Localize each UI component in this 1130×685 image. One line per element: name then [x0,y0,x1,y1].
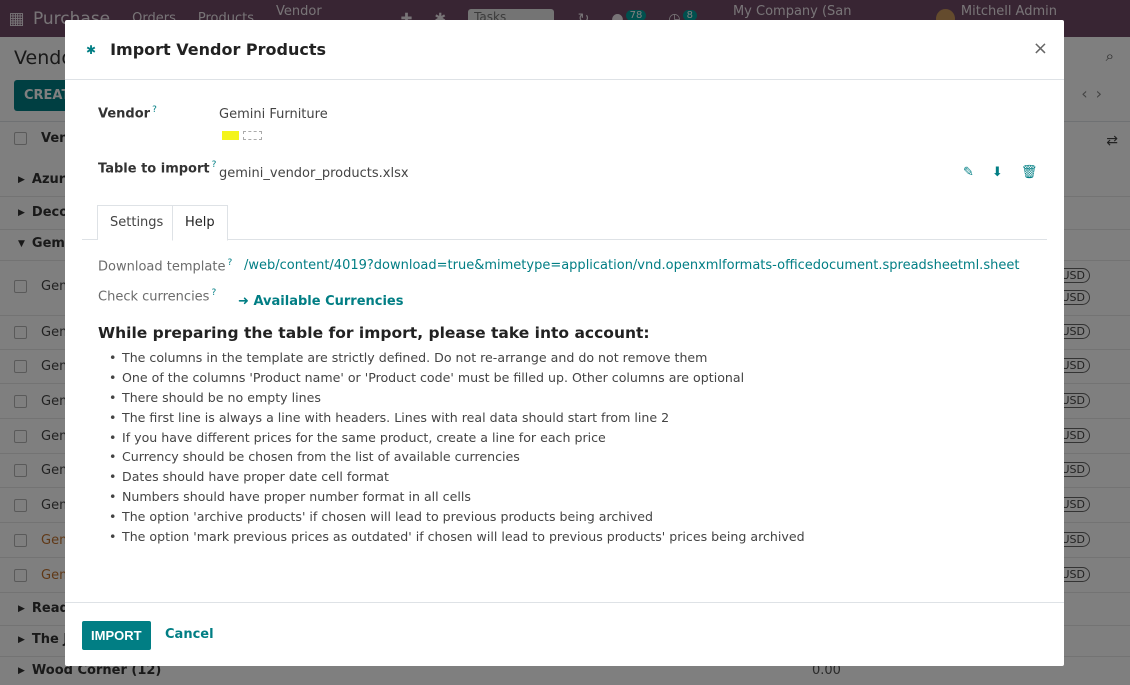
notebook-tabs: Settings Help [82,204,1047,241]
table-to-import-label: Table to import? [98,160,217,177]
bug-icon: ✱ [86,42,97,57]
tab-settings[interactable]: Settings [97,205,176,240]
list-item: The option 'archive products' if chosen … [109,507,805,527]
trash-icon[interactable]: 🗑 [1021,165,1038,180]
modal-footer: IMPORT Cancel [65,602,1064,666]
modal-header: ✱ Import Vendor Products [65,20,1064,80]
vendor-label: Vendor? [98,105,157,122]
import-vendor-products-dialog: ✱ Import Vendor Products × Vendor? Gemin… [65,20,1064,666]
download-template-link[interactable]: /web/content/4019?download=true&mimetype… [244,258,1019,273]
list-item: Currency should be chosen from the list … [109,447,805,467]
vendor-tags [222,131,266,140]
pencil-icon[interactable]: ✎ [963,165,974,180]
close-icon[interactable]: × [1033,38,1048,59]
list-item: Numbers should have proper number format… [109,487,805,507]
list-item: One of the columns 'Product name' or 'Pr… [109,368,805,388]
vendor-field[interactable]: Gemini Furniture [219,107,328,122]
help-tooltip-icon[interactable]: ? [212,160,217,170]
import-button[interactable]: IMPORT [82,621,151,650]
download-template-label: Download template? [98,258,233,275]
table-file-field[interactable]: gemini_vendor_products.xlsx [219,166,409,181]
help-tooltip-icon[interactable]: ? [211,288,216,298]
import-rules-list: The columns in the template are strictly… [109,348,805,547]
notice-heading: While preparing the table for import, pl… [98,324,650,342]
empty-tag[interactable] [243,131,262,140]
help-tooltip-icon[interactable]: ? [227,258,232,268]
list-item: The first line is always a line with hea… [109,408,805,428]
list-item: The option 'mark previous prices as outd… [109,527,805,547]
color-tag[interactable] [222,131,239,140]
list-item: The columns in the template are strictly… [109,348,805,368]
available-currencies-link[interactable]: ➜ Available Currencies [238,294,403,309]
download-icon[interactable]: ⬇ [992,165,1003,180]
list-item: If you have different prices for the sam… [109,428,805,448]
cancel-button[interactable]: Cancel [165,627,214,642]
check-currencies-label: Check currencies? [98,288,217,305]
modal-title: Import Vendor Products [110,40,327,59]
list-item: There should be no empty lines [109,388,805,408]
tab-help[interactable]: Help [172,205,228,241]
file-actions: ✎ ⬇ 🗑 [945,165,1037,180]
arrow-right-icon: ➜ [238,294,249,309]
help-tooltip-icon[interactable]: ? [152,105,157,115]
list-item: Dates should have proper date cell forma… [109,467,805,487]
